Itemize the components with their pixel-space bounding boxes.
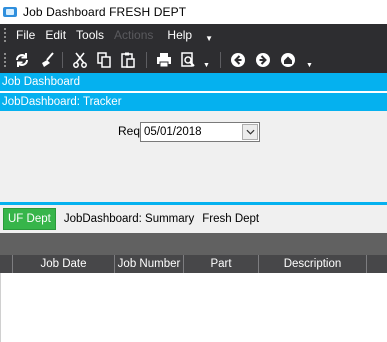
tab-uf-dept[interactable]: UF Dept bbox=[3, 208, 56, 230]
print-dropdown-icon[interactable]: ▼ bbox=[203, 62, 210, 69]
panel-header-job-dashboard[interactable]: Job Dashboard bbox=[0, 73, 387, 91]
chevron-down-icon bbox=[245, 129, 255, 135]
toolbar: ▼ ▼ bbox=[0, 48, 387, 72]
tracker-form: Req. By 05/01/2018 bbox=[0, 111, 387, 202]
print-preview-icon[interactable] bbox=[178, 50, 198, 70]
column-header-description[interactable]: Description bbox=[259, 255, 367, 273]
grid-group-panel bbox=[0, 233, 387, 255]
toolbar-separator bbox=[146, 52, 147, 68]
nav-dropdown-icon[interactable]: ▼ bbox=[306, 62, 313, 69]
toolbar-separator bbox=[62, 52, 63, 68]
column-header-job-date[interactable]: Job Date bbox=[13, 255, 115, 273]
menu-bar: File Edit Tools Actions Help ▼ bbox=[0, 24, 387, 46]
app-icon bbox=[3, 5, 17, 19]
clear-icon[interactable] bbox=[37, 50, 57, 70]
title-bar: Job Dashboard FRESH DEPT bbox=[0, 0, 387, 24]
toolbar-grip[interactable] bbox=[4, 53, 8, 67]
menu-file[interactable]: File bbox=[16, 28, 35, 42]
req-by-date-value: 05/01/2018 bbox=[144, 126, 202, 138]
grid-body[interactable] bbox=[0, 273, 387, 342]
menu-edit[interactable]: Edit bbox=[45, 28, 66, 42]
grid-header: Job Date Job Number Part Description bbox=[0, 255, 387, 273]
refresh-icon[interactable] bbox=[12, 50, 32, 70]
tab-strip: UF Dept JobDashboard: Summary Fresh Dept bbox=[0, 205, 387, 233]
menu-tools[interactable]: Tools bbox=[76, 28, 104, 42]
menu-toolbar-area: File Edit Tools Actions Help ▼ ▼ ▼ bbox=[0, 24, 387, 73]
menu-overflow-icon[interactable]: ▼ bbox=[205, 34, 213, 43]
req-by-date-field[interactable]: 05/01/2018 bbox=[140, 122, 260, 142]
panel-header-label: Job Dashboard bbox=[2, 76, 80, 88]
panel-tracker-label: JobDashboard: Tracker bbox=[2, 96, 122, 108]
column-header-overflow bbox=[367, 255, 387, 273]
column-header-part[interactable]: Part bbox=[184, 255, 259, 273]
tab-jobdashboard-summary[interactable]: JobDashboard: Summary bbox=[64, 213, 194, 225]
menu-help[interactable]: Help bbox=[167, 28, 192, 42]
back-icon[interactable] bbox=[228, 50, 248, 70]
date-dropdown-button[interactable] bbox=[242, 124, 258, 140]
paste-icon[interactable] bbox=[118, 50, 138, 70]
print-icon[interactable] bbox=[154, 50, 174, 70]
column-header-job-number[interactable]: Job Number bbox=[115, 255, 184, 273]
copy-icon[interactable] bbox=[94, 50, 114, 70]
forward-icon[interactable] bbox=[253, 50, 273, 70]
tab-label: UF Dept bbox=[8, 213, 51, 225]
tab-fresh-dept[interactable]: Fresh Dept bbox=[202, 213, 259, 225]
menu-grip[interactable] bbox=[4, 28, 8, 42]
cut-icon[interactable] bbox=[70, 50, 90, 70]
home-icon[interactable] bbox=[278, 50, 298, 70]
menu-actions: Actions bbox=[114, 28, 154, 42]
panel-header-tracker[interactable]: JobDashboard: Tracker bbox=[0, 93, 387, 111]
row-selector-header[interactable] bbox=[0, 255, 13, 273]
toolbar-separator bbox=[220, 52, 221, 68]
window-title: Job Dashboard FRESH DEPT bbox=[23, 5, 187, 19]
